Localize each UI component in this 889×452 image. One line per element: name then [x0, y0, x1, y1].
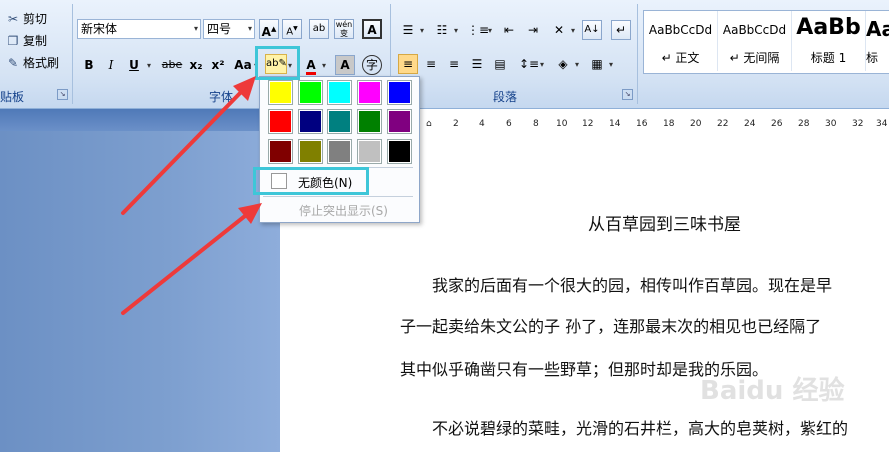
arrow-to-no-color: [121, 210, 252, 315]
annotation-arrows: [121, 76, 262, 315]
arrow-to-highlight-button: [121, 85, 248, 215]
